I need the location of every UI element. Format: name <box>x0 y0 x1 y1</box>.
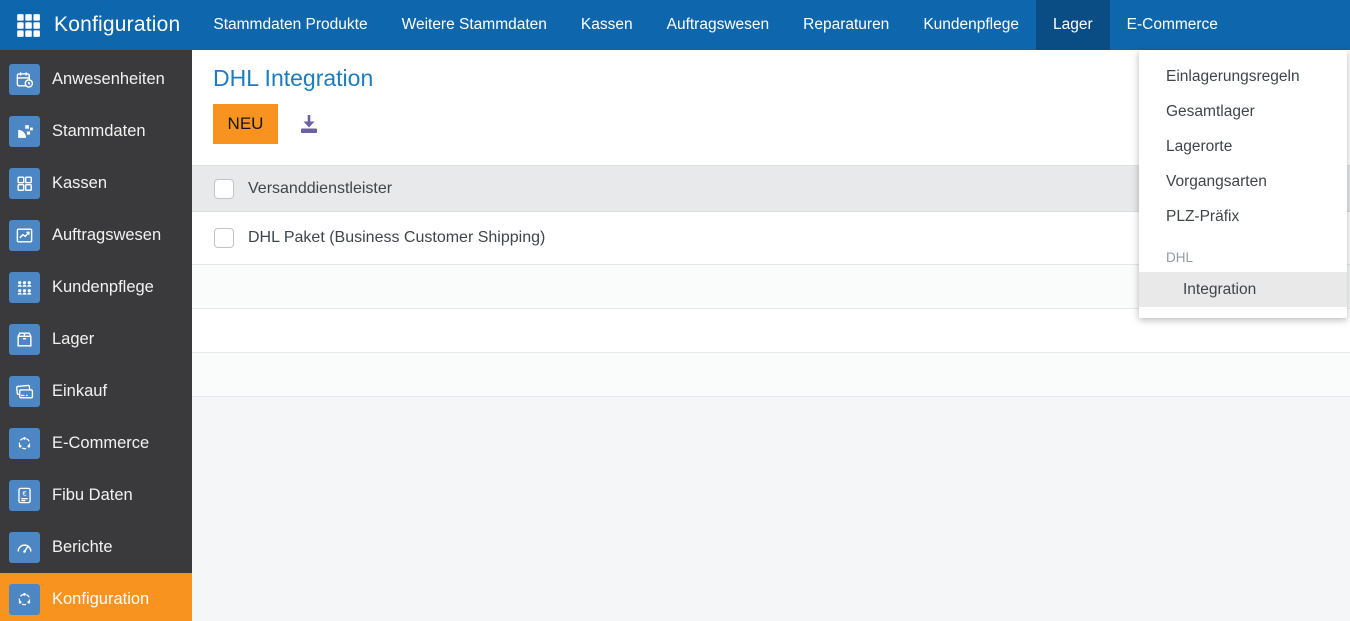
sidebar-item-berichte[interactable]: Berichte <box>0 521 192 573</box>
sidebar-item-label: Anwesenheiten <box>52 69 165 88</box>
package-icon <box>9 323 40 355</box>
sidebar-item-label: Konfiguration <box>52 589 150 608</box>
sidebar-item-konfiguration[interactable]: Konfiguration <box>0 573 192 621</box>
download-button[interactable] <box>295 110 323 138</box>
topnav-item-weitere-stammdaten[interactable]: Weitere Stammdaten <box>385 0 564 50</box>
topnav-menu: Stammdaten Produkte Weitere Stammdaten K… <box>196 0 1235 50</box>
gauge-icon <box>9 531 40 563</box>
sidebar-item-label: Fibu Daten <box>52 485 133 504</box>
people-group-icon <box>9 271 40 303</box>
menu-item-vorgangsarten[interactable]: Vorgangsarten <box>1139 164 1347 199</box>
sidebar-item-label: Lager <box>52 329 95 348</box>
menu-item-lagerorte[interactable]: Lagerorte <box>1139 129 1347 164</box>
new-button[interactable]: NEU <box>213 104 278 144</box>
column-header-versanddienstleister: Versanddienstleister <box>248 179 393 197</box>
sidebar-item-e-commerce[interactable]: E-Commerce <box>0 417 192 469</box>
app-grid-icon[interactable] <box>8 5 48 45</box>
euro-document-icon: € <box>9 479 40 511</box>
top-navigation-bar: Konfiguration Stammdaten Produkte Weiter… <box>0 0 1350 50</box>
lager-dropdown-menu: Einlagerungsregeln Gesamtlager Lagerorte… <box>1139 50 1347 318</box>
row-label: DHL Paket (Business Customer Shipping) <box>248 229 546 246</box>
topnav-item-kundenpflege[interactable]: Kundenpflege <box>906 0 1036 50</box>
topnav-item-auftragswesen[interactable]: Auftragswesen <box>650 0 787 50</box>
select-all-checkbox[interactable] <box>214 178 234 199</box>
menu-group-label-dhl: DHL <box>1166 250 1194 265</box>
menu-item-gesamtlager[interactable]: Gesamtlager <box>1139 94 1347 129</box>
sidebar-item-label: Kundenpflege <box>52 277 154 296</box>
chart-line-icon <box>9 219 40 251</box>
topnav-item-stammdaten-produkte[interactable]: Stammdaten Produkte <box>196 0 384 50</box>
row-checkbox[interactable] <box>214 228 234 248</box>
sidebar-item-kassen[interactable]: Kassen <box>0 157 192 209</box>
empty-table-stripe <box>192 353 1350 397</box>
sidebar-item-anwesenheiten[interactable]: Anwesenheiten <box>0 53 192 105</box>
menu-item-plz-praefix[interactable]: PLZ-Präfix <box>1139 199 1347 234</box>
sidebar-item-lager[interactable]: Lager <box>0 313 192 365</box>
download-icon <box>301 115 317 133</box>
grid-squares-icon <box>9 167 40 199</box>
hub-icon <box>9 583 40 615</box>
app-title: Konfiguration <box>54 13 181 36</box>
menu-item-einlagerungsregeln[interactable]: Einlagerungsregeln <box>1139 59 1347 94</box>
sidebar-item-fibu-daten[interactable]: € Fibu Daten <box>0 469 192 521</box>
sidebar-item-label: Einkauf <box>52 381 108 400</box>
sidebar-item-label: E-Commerce <box>52 433 150 452</box>
svg-text:€: € <box>23 489 27 497</box>
sidebar-item-einkauf[interactable]: Einkauf <box>0 365 192 417</box>
sidebar-item-label: Auftragswesen <box>52 225 162 244</box>
sidebar-item-auftragswesen[interactable]: Auftragswesen <box>0 209 192 261</box>
pie-blocks-icon <box>9 115 40 147</box>
topnav-item-e-commerce[interactable]: E-Commerce <box>1110 0 1235 50</box>
hub-icon <box>9 427 40 459</box>
topnav-item-kassen[interactable]: Kassen <box>564 0 650 50</box>
sidebar-item-stammdaten[interactable]: Stammdaten <box>0 105 192 157</box>
topnav-item-reparaturen[interactable]: Reparaturen <box>786 0 906 50</box>
sidebar-item-label: Berichte <box>52 537 113 556</box>
grid-icon <box>17 14 40 37</box>
sidebar-item-kundenpflege[interactable]: Kundenpflege <box>0 261 192 313</box>
sidebar-item-label: Stammdaten <box>52 121 146 140</box>
menu-item-integration[interactable]: Integration <box>1139 272 1347 307</box>
sidebar: Anwesenheiten Stammdaten Kassen Auftrags… <box>0 50 192 621</box>
calendar-clock-icon <box>9 63 40 95</box>
credit-card-icon <box>9 375 40 407</box>
topnav-item-lager[interactable]: Lager <box>1035 0 1110 50</box>
sidebar-item-label: Kassen <box>52 173 108 192</box>
